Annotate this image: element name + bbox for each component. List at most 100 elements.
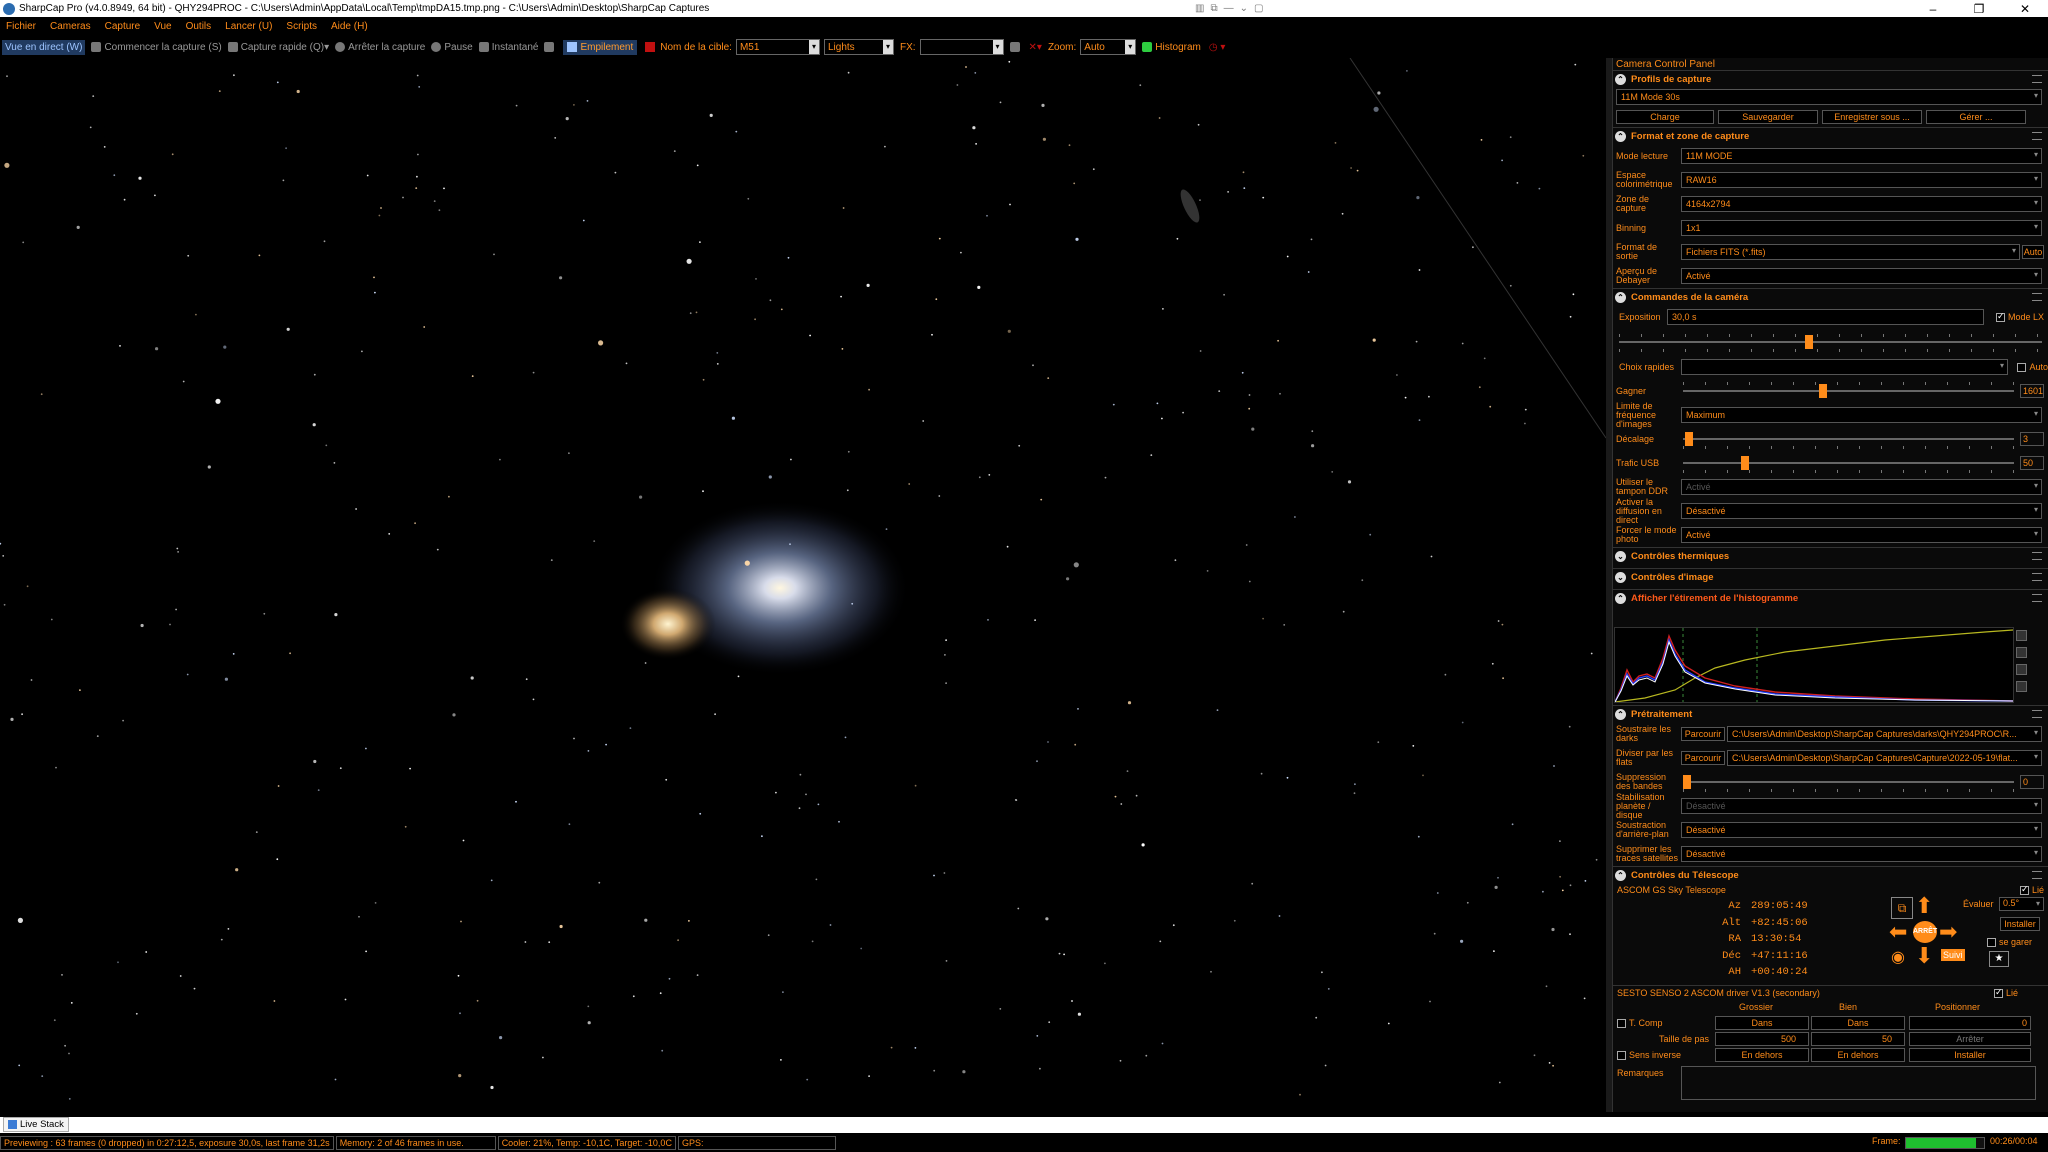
gain-slider-thumb[interactable] [1819,384,1827,398]
section-histogram-stretch[interactable]: ⌃ Afficher l'étirement de l'histogramme [1613,589,2048,606]
menu-aide[interactable]: Aide (H) [331,21,368,32]
section-preprocessing[interactable]: ⌃ Prétraitement [1613,705,2048,722]
snapshot-button[interactable]: Instantané [478,42,538,53]
menu-icon[interactable] [2032,132,2042,140]
fx-select[interactable]: ▾ [919,39,1004,55]
exposure-slider-thumb[interactable] [1805,335,1813,349]
color-space-select[interactable]: RAW16 ▾ [1681,172,2042,188]
offset-slider[interactable] [1683,432,2014,446]
background-subtraction-select[interactable]: Désactivé ▾ [1681,822,2042,838]
focuser-install-button[interactable]: Installer [1909,1048,2031,1062]
section-image-controls[interactable]: ⌄ Contrôles d'image [1613,568,2048,585]
quick-capture-button[interactable]: Capture rapide (Q) ▾ [227,42,329,53]
exposure-slider[interactable] [1619,335,2042,349]
menu-fichier[interactable]: Fichier [6,21,36,32]
grid-button[interactable] [1009,42,1023,52]
move-out-fine-button[interactable]: En dehors [1811,1048,1905,1062]
slew-east-button[interactable]: ➡ [1939,921,1957,943]
section-camera-controls[interactable]: ⌃ Commandes de la caméra [1613,288,2048,305]
park-checkbox[interactable]: se garer [1987,937,2032,948]
menu-scripts[interactable]: Scripts [286,21,317,32]
darks-path-select[interactable]: C:\Users\Admin\Desktop\SharpCap Captures… [1727,726,2042,742]
tcomp-checkbox[interactable]: T. Comp [1617,1018,1663,1029]
menu-cameras[interactable]: Cameras [50,21,91,32]
move-out-coarse-button[interactable]: En dehors [1715,1048,1809,1062]
slew-south-button[interactable]: ⬇ [1915,945,1933,967]
focuser-stop-button[interactable]: Arrêter [1909,1032,2031,1046]
save-profile-button[interactable]: Sauvegarder [1718,110,1818,124]
telescope-install-button[interactable]: Installer [2000,917,2040,931]
focuser-linked-checkbox[interactable]: Lié [1993,987,2018,999]
satellite-removal-select[interactable]: Désactivé ▾ [1681,846,2042,862]
maximize-button[interactable]: ❐ [1956,2,2002,16]
gain-slider[interactable] [1683,384,2014,398]
frame-type-select[interactable]: Lights ▾ [823,39,894,55]
extra-tool-button[interactable] [544,42,557,52]
readout-mode-select[interactable]: 11M MODE ▾ [1681,148,2042,164]
image-viewport[interactable] [0,58,1606,1112]
home-button[interactable]: ◉ [1891,947,1905,967]
tracking-button[interactable]: Suivi [1941,949,1965,961]
section-capture-profiles[interactable]: ⌃ Profils de capture [1613,70,2048,87]
banding-slider[interactable] [1683,775,2014,789]
menu-lancer[interactable]: Lancer (U) [225,21,272,32]
histogram-button[interactable]: Histogram ◷ ▾ [1142,42,1225,53]
tab-live-stack[interactable]: Live Stack [3,1117,69,1132]
usb-traffic-value[interactable]: 50 [2020,456,2044,470]
stabilization-select[interactable]: Désactivé ▾ [1681,798,2042,814]
capture-area-select[interactable]: 4164x2794 ▾ [1681,196,2042,212]
goto-button[interactable]: ⧉ [1891,897,1913,919]
photo-mode-select[interactable]: Activé ▾ [1681,527,2042,543]
banding-slider-thumb[interactable] [1683,775,1691,789]
manage-profiles-button[interactable]: Gérer ... [1926,110,2026,124]
menu-outils[interactable]: Outils [186,21,212,32]
menu-icon[interactable] [2032,710,2042,718]
rate-select[interactable]: 0.5° ▾ [1999,897,2044,911]
close-button[interactable]: ✕ [2002,2,2048,16]
flats-browse-button[interactable]: Parcourir [1681,751,1725,765]
stacking-button[interactable]: Empilement [563,39,638,55]
move-in-fine-button[interactable]: Dans [1811,1016,1905,1030]
step-coarse-input[interactable]: 500 [1715,1032,1809,1046]
usb-traffic-slider-thumb[interactable] [1741,456,1749,470]
menu-icon[interactable] [2032,573,2042,581]
load-profile-button[interactable]: Charge [1616,110,1714,124]
auto-stretch-icon[interactable] [2016,630,2027,641]
slew-west-button[interactable]: ⬅ [1889,921,1907,943]
section-thermal[interactable]: ⌄ Contrôles thermiques [1613,547,2048,564]
menu-icon[interactable] [2032,871,2042,879]
step-fine-input[interactable]: 50 [1811,1032,1905,1046]
flats-path-select[interactable]: C:\Users\Admin\Desktop\SharpCap Captures… [1727,750,2042,766]
zoom-select[interactable]: Auto ▾ [1080,39,1137,55]
star-icon[interactable]: ★ [1989,951,2009,967]
slew-north-button[interactable]: ⬆ [1915,895,1933,917]
banding-value[interactable]: 0 [2020,775,2044,789]
live-broadcast-select[interactable]: Désactivé ▾ [1681,503,2042,519]
reticle-button[interactable]: ✕▾ [1029,42,1042,53]
section-format[interactable]: ⌃ Format et zone de capture [1613,127,2048,144]
ddr-buffer-select[interactable]: Activé ▾ [1681,479,2042,495]
auto-format-button[interactable]: Auto [2022,245,2044,259]
menu-icon[interactable] [2032,293,2042,301]
move-in-coarse-button[interactable]: Dans [1715,1016,1809,1030]
binning-select[interactable]: 1x1 ▾ [1681,220,2042,236]
contrast-icon[interactable] [2016,681,2027,692]
live-view-button[interactable]: Vue en direct (W) [2,39,86,55]
darks-browse-button[interactable]: Parcourir [1681,727,1725,741]
menu-icon[interactable] [2032,594,2042,602]
profile-select[interactable]: 11M Mode 30s ▾ [1616,89,2042,105]
menu-capture[interactable]: Capture [105,21,141,32]
reset-stretch-icon[interactable] [2016,647,2027,658]
position-input[interactable]: 0 [1909,1016,2031,1030]
auto-exposure-checkbox[interactable]: Auto [2017,362,2048,373]
start-capture-button[interactable]: Commencer la capture (S) [91,42,222,53]
menu-icon[interactable] [2032,552,2042,560]
minimize-button[interactable]: – [1910,2,1956,16]
output-format-select[interactable]: Fichiers FITS (*.fits) ▾ [1681,244,2020,260]
section-telescope[interactable]: ⌃ Contrôles du Télescope [1613,866,2048,883]
notes-textarea[interactable] [1681,1066,2036,1100]
reverse-checkbox[interactable]: Sens inverse [1617,1050,1681,1061]
telescope-linked-checkbox[interactable]: Lié [2019,884,2044,896]
quick-picks-select[interactable]: ▾ [1681,359,2008,375]
pause-button[interactable]: Pause [431,42,473,53]
